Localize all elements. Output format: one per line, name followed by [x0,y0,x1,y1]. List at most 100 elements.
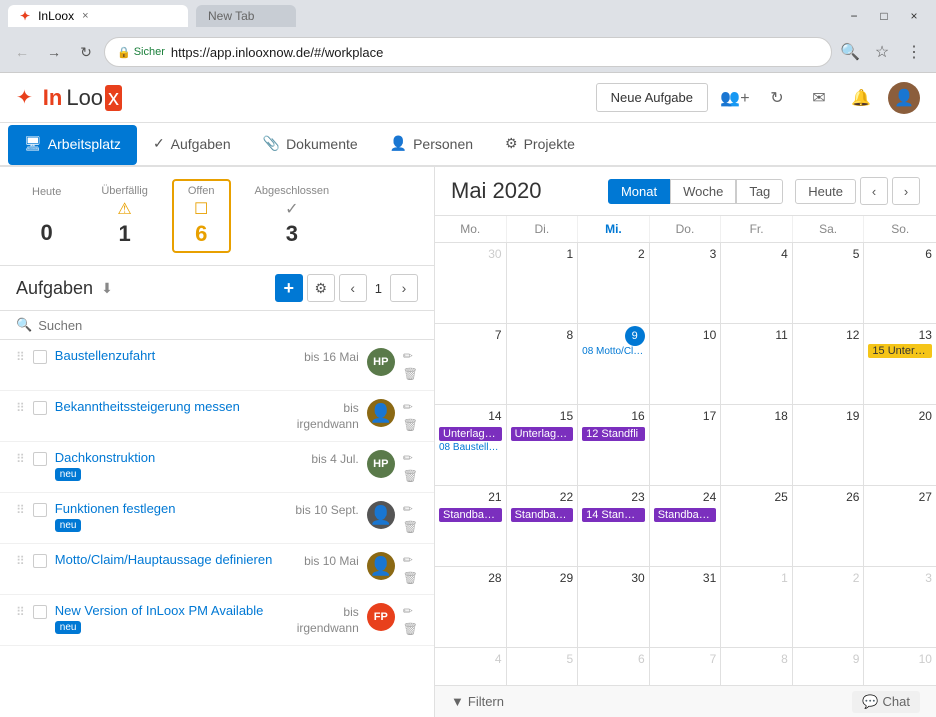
cal-cell[interactable]: 3 [650,243,722,323]
search-input[interactable] [38,318,418,333]
active-tab[interactable]: ✦ InLoox × [8,5,188,27]
delete-icon[interactable]: 🗑 [403,468,418,484]
chat-btn[interactable]: 💬 Chat [852,691,920,713]
task-name[interactable]: Baustellenzufahrt [55,348,296,363]
task-checkbox[interactable] [33,503,47,517]
cal-cell[interactable]: 10 [650,324,722,404]
cal-cell[interactable]: 30 [435,243,507,323]
tab-projekte[interactable]: ⚙ Projekte [489,125,591,165]
drag-handle[interactable]: ⠿ [16,603,25,619]
cal-cell[interactable]: 4 [435,648,507,685]
cal-cell[interactable]: 18 [721,405,793,485]
cal-cell[interactable]: 1 [507,243,579,323]
cal-cell[interactable]: 3 [864,567,936,647]
delete-icon[interactable]: 🗑 [403,366,418,382]
cal-event[interactable]: 08 Baustellenzufahrt [439,442,502,453]
task-name[interactable]: Dachkonstruktion [55,450,304,465]
task-avatar[interactable]: 👤 [367,399,395,427]
inactive-tab[interactable]: New Tab [196,5,296,27]
cal-cell[interactable]: 28 [435,567,507,647]
cal-cell[interactable]: 8 [507,324,579,404]
next-page-btn[interactable]: › [390,274,418,302]
cal-cell[interactable]: 6 [578,648,650,685]
task-name[interactable]: New Version of InLoox PM Available [55,603,289,618]
delete-icon[interactable]: 🗑 [403,570,418,586]
mail-icon[interactable]: ✉ [804,83,834,113]
day-view-btn[interactable]: Tag [736,179,783,204]
search-icon-btn[interactable]: 🔍 [836,38,864,66]
edit-icon[interactable]: ✏ [403,603,418,619]
stat-offen[interactable]: Offen ☐ 6 [172,179,231,253]
cal-cell[interactable]: 13 15 Unterlagen sichten [864,324,936,404]
drag-handle[interactable]: ⠿ [16,450,25,466]
task-checkbox[interactable] [33,452,47,466]
back-btn[interactable]: ← [8,38,36,66]
cal-event[interactable]: Standbauer auswählen [654,508,717,522]
task-name[interactable]: Bekanntheitssteigerung messen [55,399,289,414]
close-btn[interactable]: × [900,2,928,30]
cal-cell[interactable]: 17 [650,405,722,485]
task-checkbox[interactable] [33,554,47,568]
cal-cell[interactable]: 5 [793,243,865,323]
task-avatar[interactable]: 👤 [367,501,395,529]
cal-cell[interactable]: 2 [578,243,650,323]
task-name[interactable]: Motto/Claim/Hauptaussage definieren [55,552,296,567]
drag-handle[interactable]: ⠿ [16,348,25,364]
cal-event[interactable]: Unterlagen sichten [439,427,502,441]
cal-cell[interactable]: 16 12 Standfli [578,405,650,485]
download-icon[interactable]: ⬇ [101,280,113,297]
cal-cell[interactable]: 7 [435,324,507,404]
cal-cell[interactable]: 19 [793,405,865,485]
cal-cell[interactable]: 27 [864,486,936,566]
cal-cell[interactable]: 6 [864,243,936,323]
cal-event[interactable]: 15 Unterlagen sichten [868,344,932,358]
edit-icon[interactable]: ✏ [403,399,418,415]
cal-cell[interactable]: 8 [721,648,793,685]
task-avatar[interactable]: HP [367,450,395,478]
cal-event[interactable]: Standbauer auswählen [511,508,574,522]
bell-icon[interactable]: 🔔 [846,83,876,113]
cal-cell[interactable]: 2 [793,567,865,647]
filter-btn[interactable]: ▼ Filtern [451,694,504,709]
cal-cell[interactable]: 22 Standbauer auswählen [507,486,579,566]
task-checkbox[interactable] [33,401,47,415]
neue-aufgabe-button[interactable]: Neue Aufgabe [596,83,708,112]
forward-btn[interactable]: → [40,38,68,66]
task-checkbox[interactable] [33,605,47,619]
task-avatar[interactable]: 👤 [367,552,395,580]
cal-cell[interactable]: 29 [507,567,579,647]
prev-page-btn[interactable]: ‹ [339,274,367,302]
cal-event[interactable]: Standbauer auswählen [439,508,502,522]
edit-icon[interactable]: ✏ [403,348,418,364]
cal-cell[interactable]: 5 [507,648,579,685]
cal-cell[interactable]: 23 14 Standbauer auswählen [578,486,650,566]
add-person-icon[interactable]: 👥+ [720,83,750,113]
address-bar[interactable]: 🔒 Sicher https://app.inlooxnow.de/#/work… [104,37,832,67]
cal-cell[interactable]: 9 [793,648,865,685]
minimize-btn[interactable]: − [840,2,868,30]
stat-ueberfaellig[interactable]: Überfällig ⚠ 1 [85,179,163,253]
menu-icon-btn[interactable]: ⋮ [900,38,928,66]
drag-handle[interactable]: ⠿ [16,399,25,415]
drag-handle[interactable]: ⠿ [16,501,25,517]
drag-handle[interactable]: ⠿ [16,552,25,568]
cal-cell[interactable]: 7 [650,648,722,685]
cal-cell[interactable]: 4 [721,243,793,323]
tab-arbeitsplatz[interactable]: 🖥 Arbeitsplatz [8,125,137,165]
refresh-btn[interactable]: ↻ [72,38,100,66]
task-checkbox[interactable] [33,350,47,364]
cal-cell[interactable]: 25 [721,486,793,566]
cal-event[interactable]: 14 Standbauer auswählen [582,508,645,522]
cal-cell[interactable]: 20 [864,405,936,485]
cal-cell[interactable]: 24 Standbauer auswählen [650,486,722,566]
cal-cell[interactable]: 1 [721,567,793,647]
history-icon[interactable]: ↻ [762,83,792,113]
task-name[interactable]: Funktionen festlegen [55,501,288,516]
cal-cell[interactable]: 11 [721,324,793,404]
cal-cell[interactable]: 30 [578,567,650,647]
delete-icon[interactable]: 🗑 [403,519,418,535]
restore-btn[interactable]: □ [870,2,898,30]
cal-cell[interactable]: 26 [793,486,865,566]
edit-icon[interactable]: ✏ [403,450,418,466]
stat-abgeschlossen[interactable]: Abgeschlossen ✓ 3 [239,179,346,253]
